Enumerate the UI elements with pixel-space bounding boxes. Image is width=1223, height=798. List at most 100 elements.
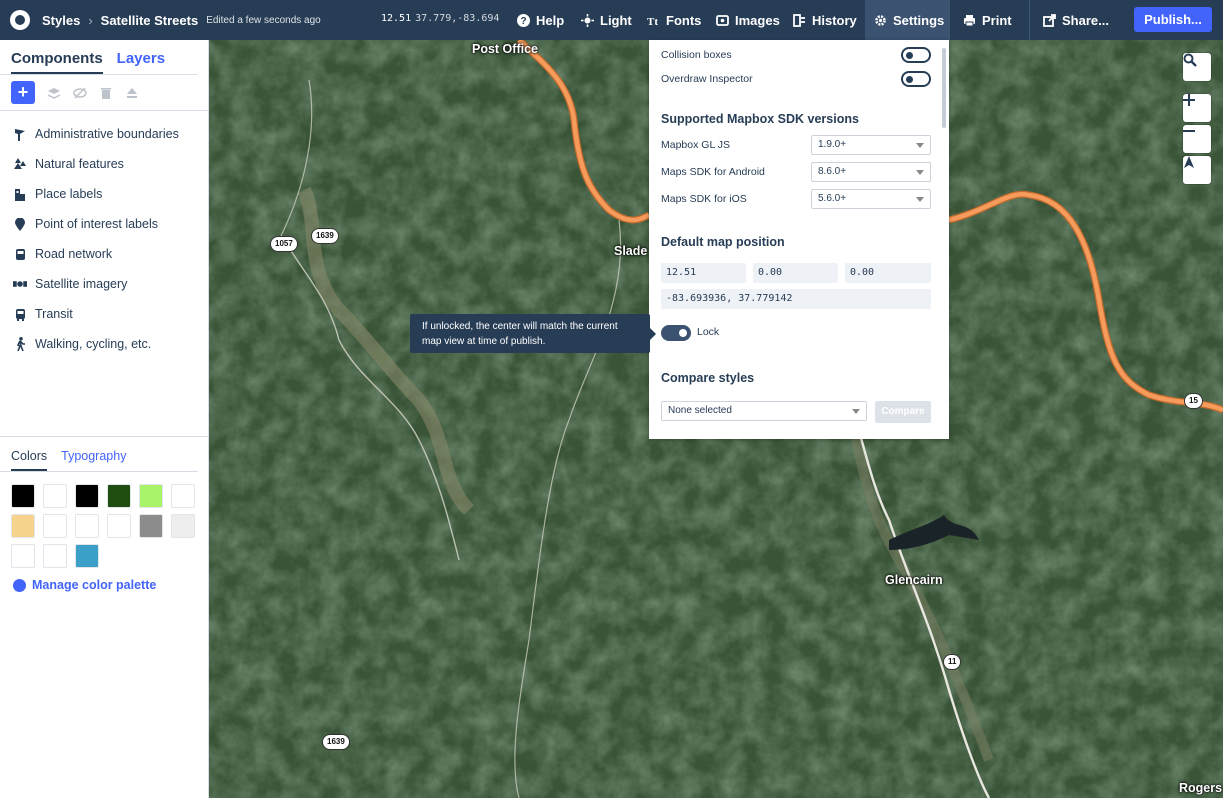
layers-icon[interactable]: [47, 86, 61, 100]
color-swatch[interactable]: [75, 514, 99, 538]
lock-tooltip: If unlocked, the center will match the c…: [410, 314, 656, 353]
nav-divider: [949, 0, 950, 40]
publish-button[interactable]: Publish...: [1134, 7, 1212, 32]
pin-icon: [13, 217, 27, 231]
tab-layers[interactable]: Layers: [117, 50, 165, 74]
plus-icon: [1183, 94, 1195, 106]
color-swatch[interactable]: [107, 514, 131, 538]
component-label: Road network: [35, 247, 113, 261]
settings-label: Settings: [893, 12, 945, 28]
component-label: Walking, cycling, etc.: [35, 337, 152, 351]
history-label: History: [812, 12, 857, 28]
satellite-icon: [13, 277, 27, 291]
fonts-button[interactable]: Tt Fonts: [646, 0, 702, 40]
bearing-input[interactable]: 0.00: [753, 263, 838, 283]
map-coordinates: 12.51 37.779,-83.694: [381, 13, 499, 24]
component-item[interactable]: Administrative boundaries: [0, 119, 208, 149]
color-swatch[interactable]: [11, 544, 35, 568]
settings-button[interactable]: Settings: [865, 0, 949, 40]
color-swatch[interactable]: [75, 484, 99, 508]
sdk-versions-title: Supported Mapbox SDK versions: [661, 112, 859, 126]
left-panel: Components Layers + Administrative bound…: [0, 40, 209, 798]
sdk-version-value: 1.9.0+: [818, 139, 847, 150]
sdk-version-select[interactable]: 1.9.0+: [811, 135, 931, 155]
collision-boxes-toggle[interactable]: [901, 47, 931, 63]
sdk-version-select[interactable]: 8.6.0+: [811, 162, 931, 182]
breadcrumb-styles[interactable]: Styles: [42, 13, 80, 28]
eye-off-icon[interactable]: [73, 86, 87, 100]
map-label-place: Slade: [614, 244, 648, 258]
color-swatch[interactable]: [107, 484, 131, 508]
compare-style-select[interactable]: None selected: [661, 401, 867, 421]
edited-status: Edited a few seconds ago: [206, 14, 321, 26]
eject-icon[interactable]: [125, 86, 139, 100]
light-label: Light: [600, 12, 632, 28]
overdraw-inspector-label: Overdraw Inspector: [661, 73, 753, 85]
zoom-input[interactable]: 12.51: [661, 263, 746, 283]
map-search-button[interactable]: [1183, 53, 1211, 81]
zoom-in-button[interactable]: [1183, 94, 1211, 122]
help-icon: ?: [516, 13, 530, 27]
share-icon: [1042, 13, 1056, 27]
component-item[interactable]: Walking, cycling, etc.: [0, 329, 208, 359]
car-icon: [13, 247, 27, 261]
color-swatch[interactable]: [75, 544, 99, 568]
manage-color-palette-link[interactable]: Manage color palette: [0, 568, 209, 592]
color-swatch[interactable]: [139, 514, 163, 538]
color-swatches: [0, 472, 209, 568]
color-swatch[interactable]: [171, 484, 195, 508]
color-swatch[interactable]: [43, 484, 67, 508]
tab-typography[interactable]: Typography: [61, 449, 126, 471]
overdraw-inspector-toggle[interactable]: [901, 71, 931, 87]
gear-icon: [873, 13, 887, 27]
zoom-readout: 12.51: [381, 13, 412, 24]
settings-scrollbar[interactable]: [942, 48, 946, 128]
pitch-input[interactable]: 0.00: [845, 263, 931, 283]
color-swatch[interactable]: [43, 514, 67, 538]
component-label: Place labels: [35, 187, 103, 201]
minus-icon: [1183, 130, 1195, 132]
color-swatch[interactable]: [11, 514, 35, 538]
color-swatch[interactable]: [43, 544, 67, 568]
compass-icon: [1184, 156, 1194, 168]
light-button[interactable]: Light: [580, 0, 632, 40]
lock-toggle[interactable]: [661, 325, 691, 341]
color-swatch[interactable]: [11, 484, 35, 508]
tab-components[interactable]: Components: [11, 50, 103, 74]
settings-panel: Collision boxes Overdraw Inspector Suppo…: [649, 40, 949, 439]
component-item[interactable]: Place labels: [0, 179, 208, 209]
trees-icon: [13, 157, 27, 171]
compare-button[interactable]: Compare: [875, 401, 931, 423]
sdk-label: Mapbox GL JS: [661, 139, 731, 151]
compass-button[interactable]: [1183, 156, 1211, 184]
images-button[interactable]: Images: [715, 0, 780, 40]
component-label: Administrative boundaries: [35, 127, 179, 141]
share-label: Share...: [1062, 12, 1109, 28]
center-input[interactable]: -83.693936, 37.779142: [661, 289, 931, 309]
color-swatch[interactable]: [139, 484, 163, 508]
trash-icon[interactable]: [99, 86, 113, 100]
top-bar: Styles › Satellite Streets Edited a few …: [0, 0, 1223, 40]
compare-select-value: None selected: [668, 405, 732, 416]
history-button[interactable]: History: [792, 0, 857, 40]
add-component-button[interactable]: +: [11, 81, 35, 104]
component-label: Natural features: [35, 157, 124, 171]
zoom-out-button[interactable]: [1183, 125, 1211, 153]
component-item[interactable]: Transit: [0, 299, 208, 329]
sdk-version-select[interactable]: 5.6.0+: [811, 189, 931, 209]
component-item[interactable]: Satellite imagery: [0, 269, 208, 299]
printer-icon: [962, 13, 976, 27]
component-item[interactable]: Point of interest labels: [0, 209, 208, 239]
tab-colors[interactable]: Colors: [11, 449, 48, 471]
images-label: Images: [735, 12, 780, 28]
print-button[interactable]: Print: [962, 0, 1012, 40]
bus-icon: [13, 307, 27, 321]
style-name[interactable]: Satellite Streets: [101, 13, 199, 28]
color-swatch[interactable]: [171, 514, 195, 538]
font-icon: Tt: [646, 13, 660, 27]
help-button[interactable]: ? Help: [516, 0, 564, 40]
mapbox-logo-icon[interactable]: [10, 10, 30, 30]
share-button[interactable]: Share...: [1042, 0, 1109, 40]
component-item[interactable]: Road network: [0, 239, 208, 269]
component-item[interactable]: Natural features: [0, 149, 208, 179]
